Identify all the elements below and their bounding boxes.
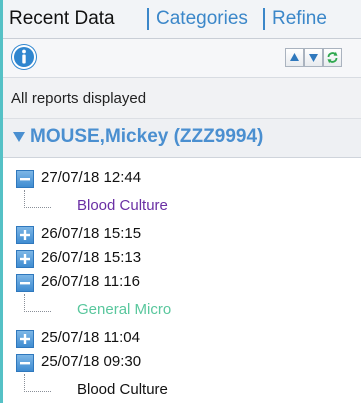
node-datetime: 27/07/18 12:44 bbox=[41, 169, 142, 186]
tab-separator bbox=[147, 8, 149, 30]
expand-icon[interactable] bbox=[16, 330, 34, 348]
recent-data-panel: Recent Data Categories Refine All report… bbox=[0, 0, 361, 403]
collapse-icon[interactable] bbox=[16, 354, 34, 372]
child-label[interactable]: Blood Culture bbox=[77, 197, 168, 214]
collapse-icon[interactable] bbox=[16, 274, 34, 292]
tab-separator bbox=[263, 8, 265, 30]
node-datetime: 26/07/18 15:15 bbox=[41, 225, 142, 242]
expand-icon[interactable] bbox=[16, 226, 34, 244]
child-label[interactable]: Blood Culture bbox=[77, 381, 168, 398]
tab-recent-data[interactable]: Recent Data bbox=[9, 6, 115, 32]
refresh-button[interactable] bbox=[323, 48, 342, 67]
results-tree: 27/07/18 12:44 Blood Culture 26/07/18 15… bbox=[3, 160, 361, 403]
move-up-button[interactable] bbox=[285, 48, 304, 67]
collapse-icon[interactable] bbox=[16, 170, 34, 188]
tree-connector bbox=[24, 294, 51, 312]
tree-connector bbox=[24, 374, 51, 392]
toolbar bbox=[3, 39, 361, 78]
status-row: All reports displayed bbox=[3, 78, 361, 119]
expand-icon[interactable] bbox=[16, 250, 34, 268]
expand-caret-icon bbox=[13, 132, 25, 142]
patient-name: MOUSE,Mickey (ZZZ9994) bbox=[30, 126, 264, 147]
arrow-down-icon bbox=[309, 54, 318, 62]
info-icon[interactable] bbox=[12, 45, 36, 69]
tab-bar: Recent Data Categories Refine bbox=[3, 0, 361, 39]
status-text: All reports displayed bbox=[11, 90, 147, 107]
node-datetime: 26/07/18 11:16 bbox=[41, 273, 140, 290]
node-datetime: 26/07/18 15:13 bbox=[41, 249, 142, 266]
tab-categories[interactable]: Categories bbox=[156, 6, 248, 32]
tab-refine[interactable]: Refine bbox=[272, 6, 327, 32]
child-label[interactable]: General Micro bbox=[77, 301, 171, 318]
node-datetime: 25/07/18 09:30 bbox=[41, 353, 142, 370]
move-down-button[interactable] bbox=[304, 48, 323, 67]
arrow-up-icon bbox=[290, 53, 299, 61]
patient-header[interactable]: MOUSE,Mickey (ZZZ9994) bbox=[3, 119, 361, 158]
refresh-icon bbox=[327, 51, 338, 64]
node-datetime: 25/07/18 11:04 bbox=[41, 329, 140, 346]
tree-connector bbox=[24, 190, 51, 208]
